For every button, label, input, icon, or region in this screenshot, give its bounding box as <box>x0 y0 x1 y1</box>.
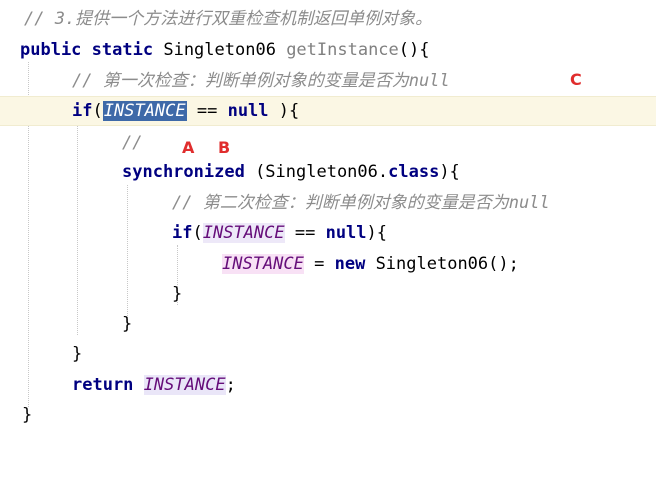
code-editor[interactable]: // 3.提供一个方法进行双重检查机制返回单例对象。 public static… <box>0 0 656 435</box>
keyword: public <box>20 40 82 60</box>
operator: = <box>303 254 335 274</box>
comment: // <box>122 133 143 153</box>
comment: // 第一次检查：判断单例对象的变量是否为null <box>72 71 450 91</box>
keyword: synchronized <box>122 162 245 182</box>
punctuation: ){ <box>268 101 300 121</box>
code-line-signature[interactable]: public static Singleton06 getInstance(){ <box>0 35 656 65</box>
closing-brace: } <box>172 284 183 304</box>
keyword: static <box>91 40 154 60</box>
keyword: null <box>227 101 269 121</box>
operator: == <box>186 101 228 121</box>
keyword: class <box>388 162 440 182</box>
method-name: getInstance <box>286 40 399 60</box>
if-statement: if(INSTANCE == null ){ <box>72 97 299 125</box>
method-signature: public static Singleton06 getInstance(){ <box>20 35 430 65</box>
comment: // 第二次检查：判断单例对象的变量是否为null <box>172 193 550 213</box>
punctuation: (){ <box>398 40 430 60</box>
code-line-brace[interactable]: } <box>0 339 656 369</box>
punctuation: ){ <box>366 223 388 243</box>
code-line-if-second[interactable]: if(INSTANCE == null){ <box>0 218 656 248</box>
type-name: Singleton06 <box>163 40 276 60</box>
keyword: return <box>72 375 134 395</box>
code-line-brace[interactable]: } <box>0 309 656 339</box>
return-statement: return INSTANCE; <box>72 370 236 400</box>
field-instance: INSTANCE <box>143 375 226 395</box>
field-instance: INSTANCE <box>202 223 285 243</box>
annotation-b: B <box>218 138 231 157</box>
code-line-brace[interactable]: } <box>0 400 656 430</box>
code-line-comment-second[interactable]: // 第二次检查：判断单例对象的变量是否为null <box>0 188 656 218</box>
punctuation: ){ <box>439 162 460 182</box>
annotation-a: A <box>182 138 195 157</box>
closing-brace: } <box>22 405 33 425</box>
if-statement: if(INSTANCE == null){ <box>172 218 387 248</box>
code-line-assignment[interactable]: INSTANCE = new Singleton06(); <box>0 249 656 279</box>
punctuation: ( <box>92 101 103 121</box>
code-line-return[interactable]: return INSTANCE; <box>0 370 656 400</box>
punctuation: ( <box>192 223 203 243</box>
field-instance-selected: INSTANCE <box>102 101 187 121</box>
constructor-call: Singleton06(); <box>365 254 519 274</box>
keyword: if <box>72 101 93 121</box>
keyword: new <box>334 254 366 274</box>
code-line-empty-comment[interactable]: // <box>0 128 656 158</box>
code-line-comment-first[interactable]: // 第一次检查：判断单例对象的变量是否为null <box>0 66 656 96</box>
code-line-brace[interactable]: } <box>0 279 656 309</box>
closing-brace: } <box>122 314 133 334</box>
assignment: INSTANCE = new Singleton06(); <box>222 249 519 279</box>
keyword: null <box>325 223 367 243</box>
keyword: if <box>172 223 193 243</box>
operator: == <box>284 223 326 243</box>
closing-brace: } <box>72 344 83 364</box>
code-line-comment-top[interactable]: // 3.提供一个方法进行双重检查机制返回单例对象。 <box>0 4 656 34</box>
field-instance: INSTANCE <box>222 254 304 274</box>
synchronized-block: synchronized (Singleton06.class){ <box>122 157 460 187</box>
punctuation: ; <box>225 375 236 395</box>
code-line-synchronized[interactable]: synchronized (Singleton06.class){ <box>0 157 656 187</box>
annotation-c: C <box>570 70 582 89</box>
code-line-if-first[interactable]: if(INSTANCE == null ){ <box>0 96 656 126</box>
punctuation: (Singleton06. <box>244 162 389 182</box>
comment: // 3.提供一个方法进行双重检查机制返回单例对象。 <box>24 9 433 29</box>
